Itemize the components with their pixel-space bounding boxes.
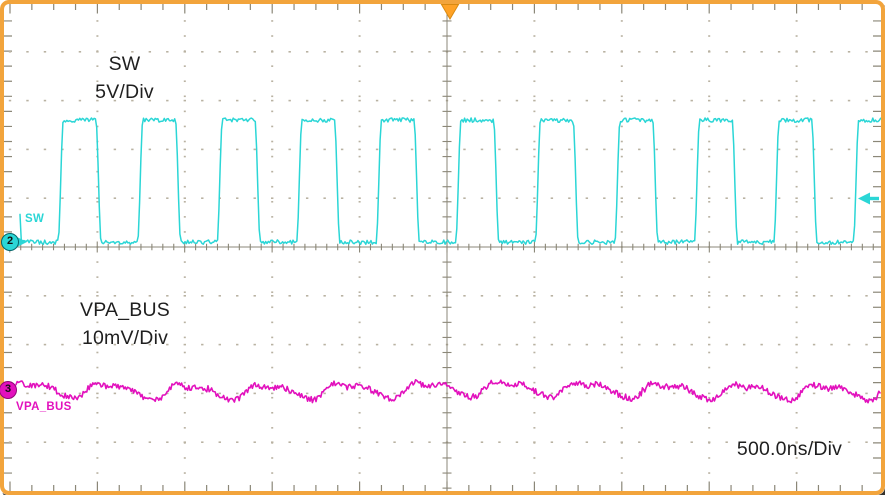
ch2-annotation-scale: 5V/Div [95, 80, 154, 103]
waveform-traces [15, 117, 882, 404]
sw-trace [19, 117, 882, 246]
ch3-trace-label: VPA_BUS [16, 401, 72, 413]
ch2-marker-badge: 2 [1, 233, 19, 251]
ch2-trace-label: SW [25, 213, 45, 225]
ch2-annotation-name: SW [108, 53, 141, 75]
vpa-bus-trace [15, 379, 881, 404]
oscilloscope-screenshot: SW 5V/Div VPA_BUS 10mV/Div 500.0ns/Div S… [0, 0, 885, 495]
trigger-position-marker-icon [440, 4, 460, 20]
ch3-annotation: VPA_BUS 10mV/Div [45, 297, 205, 352]
timebase-label: 500.0ns/Div [736, 438, 843, 460]
ch2-annotation: SW 5V/Div [47, 51, 202, 106]
ch3-annotation-scale: 10mV/Div [81, 326, 169, 349]
ch2-reference-arrow-icon [18, 237, 27, 247]
trigger-level-arrow-icon [858, 192, 879, 205]
ch3-annotation-name: VPA_BUS [80, 299, 170, 321]
